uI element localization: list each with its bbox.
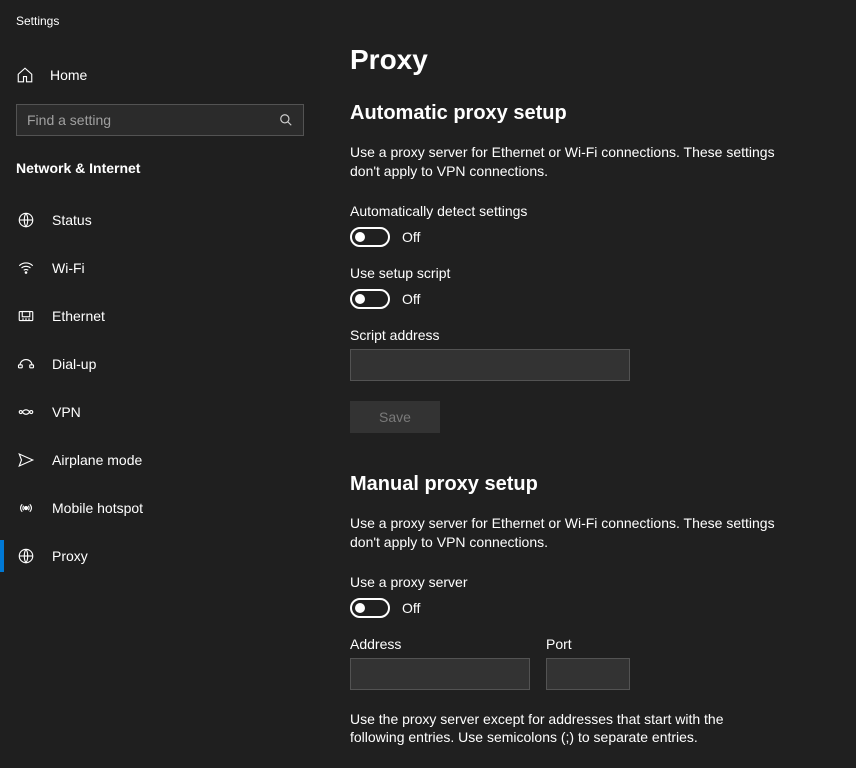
sidebar-item-label: VPN [52,404,81,420]
home-icon [16,66,34,84]
search-input[interactable] [27,112,279,128]
sidebar-item-vpn[interactable]: VPN [0,388,320,436]
exceptions-desc: Use the proxy server except for addresse… [350,710,780,748]
sidebar-item-label: Mobile hotspot [52,500,143,516]
sidebar-item-label: Airplane mode [52,452,142,468]
ethernet-icon [16,307,36,325]
setup-script-toggle[interactable] [350,289,390,309]
sidebar-item-wifi[interactable]: Wi-Fi [0,244,320,292]
sidebar-item-label: Proxy [52,548,88,564]
dialup-icon [16,355,36,373]
use-proxy-state: Off [402,600,420,616]
auto-detect-toggle[interactable] [350,227,390,247]
app-title: Settings [0,10,320,58]
address-input[interactable] [350,658,530,690]
port-input[interactable] [546,658,630,690]
sidebar-item-label: Dial-up [52,356,96,372]
port-label: Port [546,636,630,652]
vpn-icon [16,403,36,421]
search-icon [279,113,293,127]
sidebar-item-dialup[interactable]: Dial-up [0,340,320,388]
use-proxy-toggle[interactable] [350,598,390,618]
sidebar-home-label: Home [50,67,87,83]
manual-proxy-desc: Use a proxy server for Ethernet or Wi-Fi… [350,514,780,552]
sidebar-item-proxy[interactable]: Proxy [0,532,320,580]
status-icon [16,211,36,229]
sidebar-category: Network & Internet [0,160,320,196]
auto-detect-label: Automatically detect settings [350,203,856,219]
sidebar-item-airplane[interactable]: Airplane mode [0,436,320,484]
sidebar: Settings Home Network & Internet Sta [0,0,320,768]
auto-proxy-heading: Automatic proxy setup [350,102,856,125]
proxy-icon [16,547,36,565]
sidebar-home[interactable]: Home [0,58,320,104]
setup-script-label: Use setup script [350,265,856,281]
sidebar-item-ethernet[interactable]: Ethernet [0,292,320,340]
sidebar-item-label: Ethernet [52,308,105,324]
save-button[interactable]: Save [350,401,440,433]
sidebar-item-status[interactable]: Status [0,196,320,244]
script-address-label: Script address [350,327,856,343]
page-title: Proxy [350,44,856,76]
sidebar-item-hotspot[interactable]: Mobile hotspot [0,484,320,532]
search-wrap [0,104,320,160]
auto-detect-state: Off [402,229,420,245]
content: Proxy Automatic proxy setup Use a proxy … [320,0,856,768]
search-box[interactable] [16,104,304,136]
address-label: Address [350,636,530,652]
auto-proxy-desc: Use a proxy server for Ethernet or Wi-Fi… [350,143,780,181]
hotspot-icon [16,499,36,517]
wifi-icon [16,259,36,277]
script-address-input[interactable] [350,349,630,381]
sidebar-item-label: Status [52,212,92,228]
use-proxy-label: Use a proxy server [350,574,856,590]
manual-proxy-heading: Manual proxy setup [350,473,856,496]
airplane-icon [16,451,36,469]
sidebar-item-label: Wi-Fi [52,260,85,276]
setup-script-state: Off [402,291,420,307]
